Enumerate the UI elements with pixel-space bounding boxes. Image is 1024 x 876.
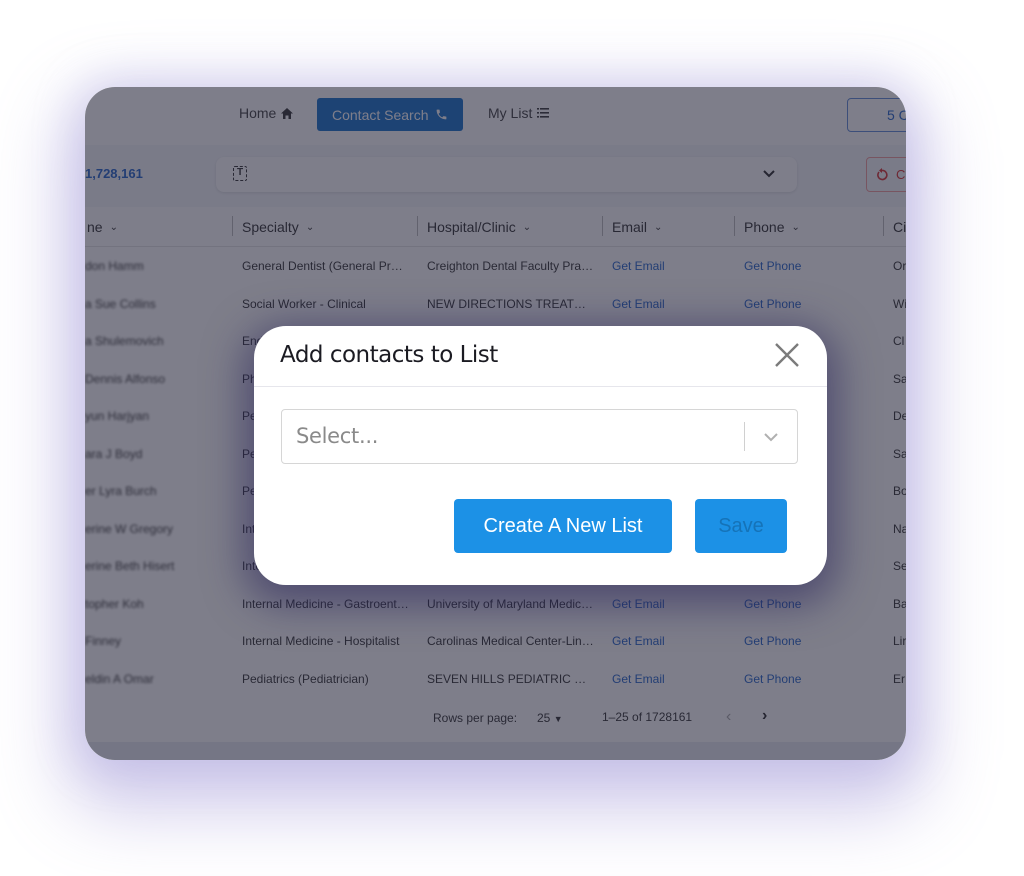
dialog-divider	[254, 386, 827, 387]
chevron-down-icon[interactable]	[762, 428, 780, 446]
close-icon[interactable]	[772, 340, 802, 370]
dialog-title: Add contacts to List	[280, 342, 498, 368]
list-select-placeholder: Select...	[296, 424, 379, 448]
create-new-list-button[interactable]: Create A New List	[454, 499, 672, 553]
select-indicator-separator	[744, 422, 745, 451]
save-button[interactable]: Save	[695, 499, 787, 553]
list-select[interactable]: Select...	[281, 409, 798, 464]
add-to-list-dialog: Add contacts to List Select... Create A …	[254, 326, 827, 585]
